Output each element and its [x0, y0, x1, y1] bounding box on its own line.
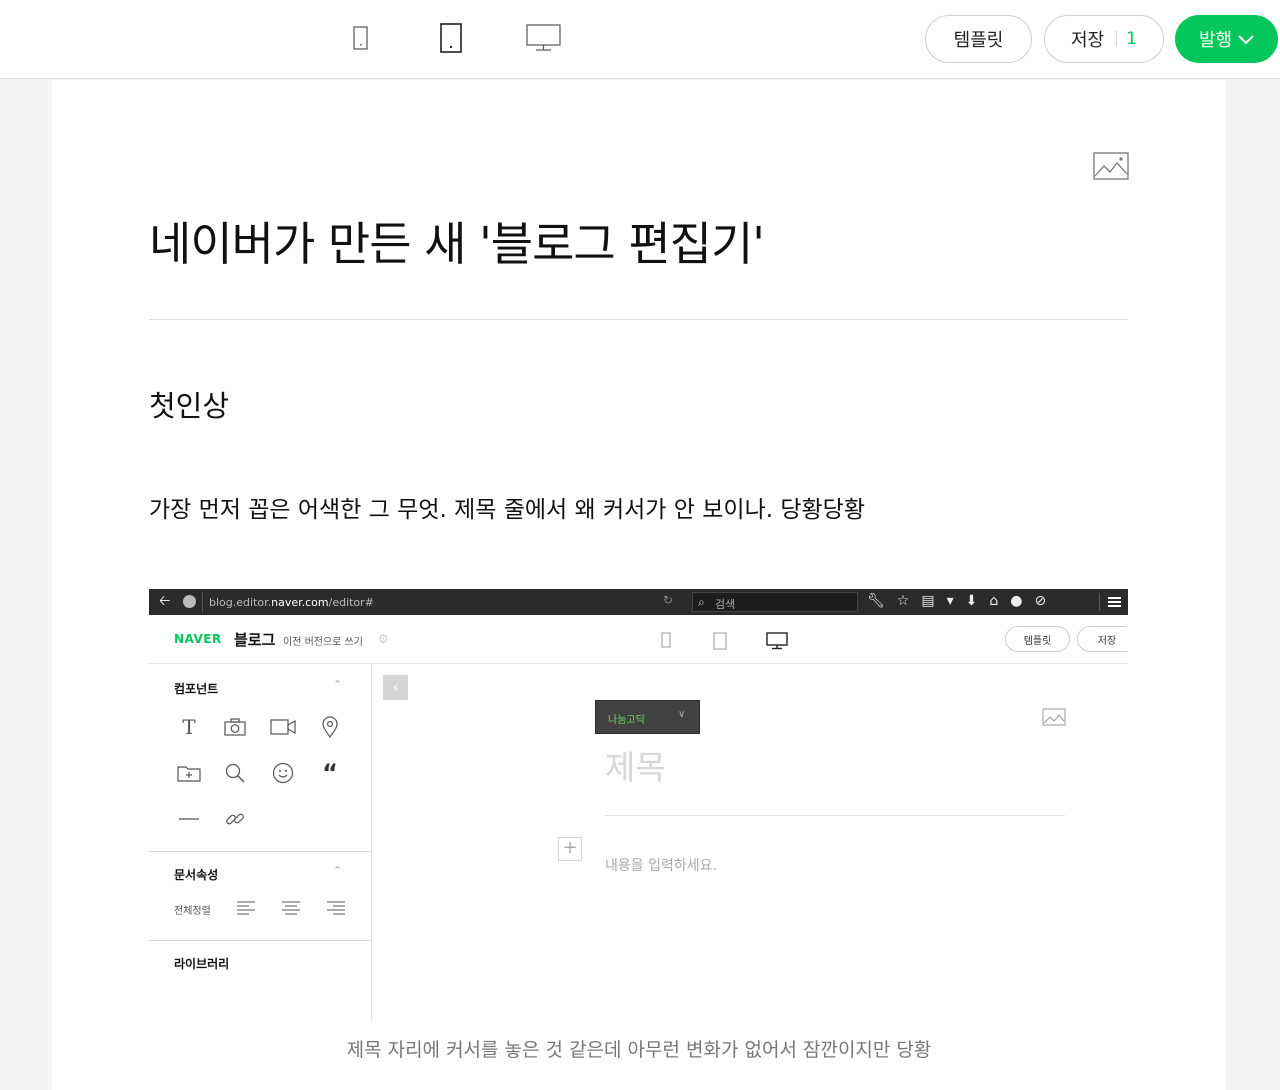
mini-tablet-icon [713, 632, 727, 654]
quote-icon: “ [322, 759, 338, 787]
text-icon: T [182, 715, 196, 739]
post-title[interactable]: 네이버가 만든 새 '블로그 편집기' [149, 208, 765, 274]
font-dropdown: 나눔고딕 ∨ [595, 700, 700, 734]
mini-cover-image-icon [1042, 708, 1066, 730]
home-icon: ⌂ [989, 593, 999, 609]
sidebar-divider [149, 940, 372, 941]
wrench-icon: 🔧︎ [867, 593, 885, 609]
emoticon-icon [270, 760, 296, 786]
video-icon [270, 714, 296, 740]
url-bar: blog.editor.naver.com/editor# [202, 592, 685, 612]
cover-image-icon[interactable] [1093, 152, 1129, 184]
camera-icon [222, 714, 248, 740]
chevron-up-icon: ⌃ [333, 678, 343, 691]
mini-save-button: 저장 [1077, 626, 1128, 652]
chat-icon: ● [1010, 593, 1023, 609]
blog-logo: 블로그 [234, 631, 276, 649]
mini-template-button: 템플릿 [1005, 626, 1070, 652]
naver-logo: NAVER [174, 632, 222, 646]
save-divider [1116, 31, 1118, 47]
editor-title-divider [605, 815, 1065, 816]
map-pin-icon [317, 714, 343, 740]
add-component-icon: + [558, 837, 582, 861]
title-placeholder: 제목 [605, 748, 666, 787]
browser-tool-icons: 🔧︎ ☆ ▤ ▾ ⬇ ⌂ ● ⊘ [867, 593, 1046, 609]
clipboard-icon: ▤ [921, 593, 935, 609]
desktop-view-icon[interactable] [525, 22, 563, 58]
components-label: 컴포넌트 [174, 682, 219, 696]
template-button[interactable]: 템플릿 [925, 15, 1032, 63]
browser-search-box: ⌕ 검색 [692, 592, 858, 612]
chevron-down-icon: ∨ [678, 709, 686, 720]
screenshot-sidebar: 컴포넌트 ⌃ T “ 문서속성 ⌃ 전체정렬 라이브러리 [149, 664, 372, 1020]
title-divider [149, 319, 1128, 320]
pocket-icon: ▾ [946, 593, 954, 609]
collapse-sidebar-icon: ‹ [383, 675, 408, 700]
align-right-icon [323, 895, 349, 921]
screenshot-editor-header: NAVER 블로그 이전 버전으로 쓰기 ⚙ 템플릿 저장 [149, 615, 1128, 664]
align-left-icon [233, 895, 259, 921]
editor-topbar: 템플릿 저장 1 발행 [0, 0, 1280, 79]
body-paragraph[interactable]: 가장 먼저 꼽은 어색한 그 무엇. 제목 줄에서 왜 커서가 안 보이나. 당… [149, 490, 865, 524]
font-name: 나눔고딕 [608, 715, 645, 726]
hamburger-menu-icon [1099, 593, 1126, 611]
browser-toolbar: 🡠 blog.editor.naver.com/editor# ↻ ⌕ 검색 🔧… [149, 589, 1128, 615]
document-props-label: 문서속성 [174, 868, 219, 882]
search-icon: ⌕ [698, 595, 705, 609]
gear-icon: ⚙ [378, 632, 389, 646]
chevron-down-icon [1238, 29, 1254, 50]
embedded-screenshot[interactable]: 🡠 blog.editor.naver.com/editor# ↻ ⌕ 검색 🔧… [149, 589, 1128, 1020]
folder-add-icon [176, 760, 202, 786]
url-text: blog.editor.naver.com/editor# [209, 596, 374, 609]
sidebar-divider [149, 851, 372, 852]
document-canvas: 네이버가 만든 새 '블로그 편집기' 첫인상 가장 먼저 꼽은 어색한 그 무… [52, 80, 1226, 1090]
chevron-up-icon: ⌃ [333, 864, 343, 877]
image-caption[interactable]: 제목 자리에 커서를 놓은 것 같은데 아무런 변화가 없어서 잠깐이지만 당황 [52, 1035, 1226, 1062]
body-placeholder: 내용을 입력하세요. [605, 858, 717, 874]
link-icon [222, 806, 248, 832]
globe-icon [183, 595, 196, 608]
mobile-view-icon[interactable] [352, 22, 370, 56]
mini-mobile-icon [660, 632, 672, 652]
section-heading[interactable]: 첫인상 [149, 383, 229, 425]
browser-search-placeholder: 검색 [715, 598, 736, 611]
align-all-label: 전체정렬 [174, 906, 211, 917]
save-button[interactable]: 저장 1 [1044, 15, 1164, 63]
reload-icon: ↻ [663, 593, 674, 607]
align-center-icon [278, 895, 304, 921]
star-icon: ☆ [896, 593, 910, 609]
save-button-label: 저장 [1071, 30, 1105, 51]
mini-desktop-icon [766, 632, 788, 654]
download-icon: ⬇ [965, 593, 978, 609]
template-button-label: 템플릿 [953, 30, 1004, 51]
publish-button[interactable]: 발행 [1175, 15, 1278, 63]
horizontal-line-icon [176, 806, 202, 832]
publish-button-label: 발행 [1198, 30, 1233, 51]
save-count[interactable]: 1 [1126, 29, 1137, 49]
back-arrow-icon: 🡠 [159, 593, 171, 609]
library-label: 라이브러리 [174, 957, 230, 971]
search-icon [222, 760, 248, 786]
blocker-icon: ⊘ [1034, 593, 1047, 609]
tablet-view-icon[interactable] [439, 22, 463, 58]
previous-version-link: 이전 버전으로 쓰기 [283, 637, 363, 648]
